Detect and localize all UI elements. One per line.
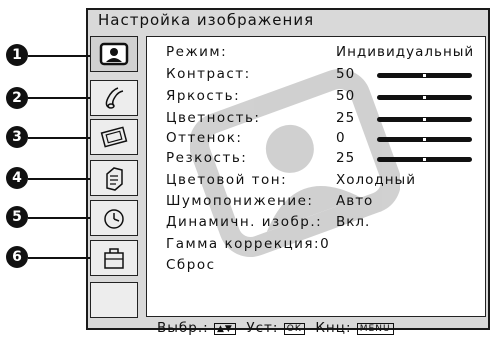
callout-line (28, 178, 90, 180)
tab-settings[interactable] (90, 160, 138, 196)
contrast-slider[interactable] (377, 73, 472, 78)
callout-line (28, 257, 90, 259)
tab-sound[interactable] (90, 80, 138, 116)
callout-3: 3 (6, 126, 28, 148)
slider-knob (423, 96, 426, 99)
setup-icon (104, 248, 124, 269)
set-hint-label: Уст: (246, 320, 279, 336)
sound-icon (105, 87, 124, 109)
screen-icon (100, 126, 128, 148)
setting-color-tone[interactable]: Цветовой тон: (166, 172, 287, 190)
settings-icon (106, 167, 123, 191)
setting-value: Авто (336, 193, 374, 209)
slider-knob (423, 138, 426, 141)
tab-empty (90, 282, 138, 318)
up-down-arrows-icon: ▲▼ (213, 323, 236, 335)
setting-gamma[interactable]: Гамма коррекция:0 (166, 236, 330, 254)
callout-line (28, 137, 90, 139)
setting-label: Резкость: (166, 150, 248, 166)
setting-label: Шумопонижение: (166, 193, 314, 209)
tab-timer[interactable] (90, 200, 138, 236)
color-slider[interactable] (377, 117, 472, 122)
setting-hue[interactable]: Оттенок: (166, 130, 242, 148)
setting-noise-reduction[interactable]: Шумопонижение: (166, 193, 313, 211)
callout-line (28, 97, 90, 99)
setting-brightness[interactable]: Яркость: (166, 88, 240, 106)
tab-picture[interactable] (90, 36, 138, 72)
slider-knob (423, 74, 426, 77)
brightness-slider[interactable] (377, 95, 472, 100)
sharpness-slider[interactable] (377, 157, 472, 162)
setting-dynamic-picture[interactable]: Динамичн. изобр.: (166, 214, 322, 232)
tab-screen[interactable] (90, 119, 138, 155)
setting-reset[interactable]: Сброс (166, 257, 216, 275)
setting-label: Сброс (166, 257, 216, 273)
exit-hint-label: Кнц: (315, 320, 352, 336)
setting-value: 25 (336, 110, 356, 126)
setting-value: Вкл. (336, 214, 371, 230)
hue-slider[interactable] (377, 137, 472, 142)
slider-knob (423, 158, 426, 161)
callout-1: 1 (6, 44, 28, 66)
setting-value: 25 (336, 150, 356, 166)
callout-line (28, 217, 90, 219)
setting-label: Динамичн. изобр.: (166, 214, 323, 230)
setting-value: Холодный (336, 172, 416, 188)
callout-line (28, 55, 90, 57)
setting-sharpness[interactable]: Резкость: (166, 150, 247, 168)
menu-title: Настройка изображения (98, 11, 315, 29)
select-hint-label: Выбр.: (157, 320, 209, 336)
slider-knob (423, 118, 426, 121)
setting-value: Индивидуальный (336, 44, 475, 60)
setting-value: 0 (320, 236, 331, 252)
setting-value: 50 (336, 66, 356, 82)
timer-icon (104, 209, 124, 229)
callout-5: 5 (6, 206, 28, 228)
setting-label: Гамма коррекция: (166, 236, 321, 252)
tab-setup[interactable] (90, 240, 138, 276)
callout-2: 2 (6, 87, 28, 109)
setting-color[interactable]: Цветность: (166, 110, 260, 128)
setting-value: 50 (336, 88, 356, 104)
ok-key: OK (283, 323, 305, 335)
setting-label: Режим: (166, 44, 228, 60)
setting-label: Оттенок: (166, 130, 243, 146)
setting-label: Контраст: (166, 66, 251, 82)
setting-contrast[interactable]: Контраст: (166, 66, 251, 84)
menu-key: MENU (356, 323, 394, 335)
callout-6: 6 (6, 246, 28, 268)
footer-hints: Выбр.: ▲▼ Уст: OK Кнц: MENU (157, 320, 394, 336)
setting-label: Яркость: (166, 88, 241, 104)
setting-label: Цветность: (166, 110, 261, 126)
setting-value: 0 (336, 130, 346, 146)
callout-4: 4 (6, 167, 28, 189)
setting-label: Цветовой тон: (166, 172, 288, 188)
setting-mode[interactable]: Режим: (166, 44, 227, 62)
picture-icon (99, 42, 129, 66)
